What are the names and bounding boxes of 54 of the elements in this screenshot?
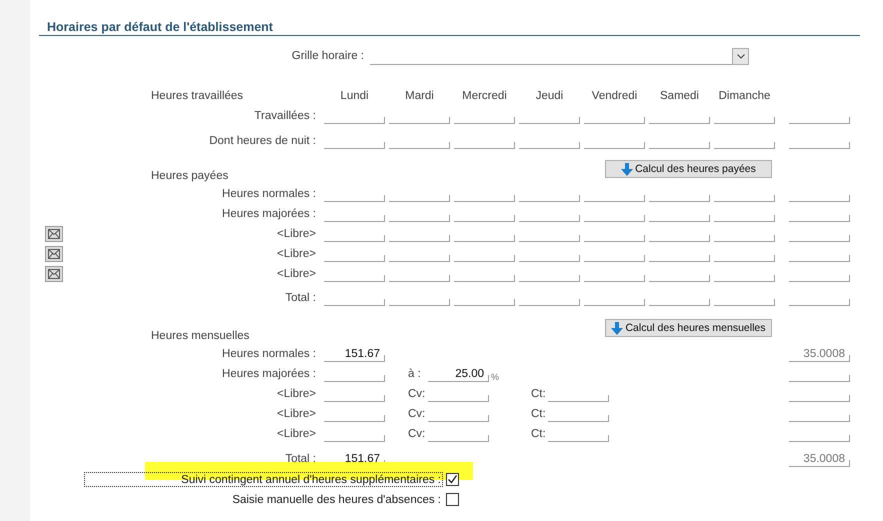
row-label: Heures normales : [222,188,316,200]
row-label: Heures majorées : [222,368,316,380]
checkbox-label: Suivi contingent annuel d'heures supplémentaires : [84,472,443,486]
section-title: Horaires par défaut de l'établissement [39,19,860,36]
envelope-icon [48,269,60,279]
arrow-down-icon [621,162,634,176]
row-label: Heures majorées : [222,208,316,220]
row-label: Total : [285,292,316,304]
ct-label: Ct: [531,388,547,400]
rate-label: à : [408,368,422,380]
envelope-icon [48,229,60,239]
row-label: <Libre> [276,428,316,440]
column-header: Vendredi [590,90,638,102]
field-label: Grille horaire : [290,50,364,62]
row-label: Travaillées : [254,110,316,122]
column-header: Mercredi [461,90,508,102]
chevron-down-icon [736,54,744,58]
input-field[interactable]: 35.0008 [789,452,850,466]
checkbox[interactable] [446,492,459,506]
ct-label: Ct: [531,408,547,420]
calculate-monthly-hours-button[interactable]: Calcul des heures mensuelles [605,319,772,337]
row-label: <Libre> [276,408,316,420]
column-header: Mardi [404,90,435,102]
checkbox-label: Saisie manuelle des heures d'absences : [231,492,442,506]
group-heading: Heures payées [151,170,228,182]
envelope-button[interactable] [45,226,63,242]
envelope-button[interactable] [45,246,63,262]
column-header: Jeudi [534,90,564,102]
row-label: Total : [285,453,316,465]
row-label: <Libre> [276,268,316,280]
input-field[interactable]: 25.00 [428,366,489,382]
cv-label: Cv: [408,388,426,400]
row-label: <Libre> [276,248,316,260]
row-label: Heures normales : [222,348,316,360]
envelope-icon [48,249,60,259]
group-heading: Heures mensuelles [151,330,250,342]
input-field[interactable]: 35.0008 [789,346,850,362]
column-header: Dimanche [718,90,772,102]
group-heading: Heures travaillées [151,90,244,102]
schedule-grid-dropdown[interactable] [370,48,749,64]
unit-label: % [491,372,500,382]
row-label: Dont heures de nuit : [209,135,316,147]
ct-label: Ct: [531,428,547,440]
arrow-down-icon [611,322,624,334]
column-header: Lundi [339,90,370,102]
checkbox[interactable] [446,472,459,486]
cv-label: Cv: [408,408,426,420]
column-header: Samedi [659,90,700,102]
cv-label: Cv: [408,428,426,440]
row-label: <Libre> [276,228,316,240]
envelope-button[interactable] [45,266,63,282]
row-label: <Libre> [276,388,316,400]
input-field[interactable]: 151.67 [324,346,385,362]
calculate-paid-hours-button[interactable]: Calcul des heures payées [605,160,772,178]
